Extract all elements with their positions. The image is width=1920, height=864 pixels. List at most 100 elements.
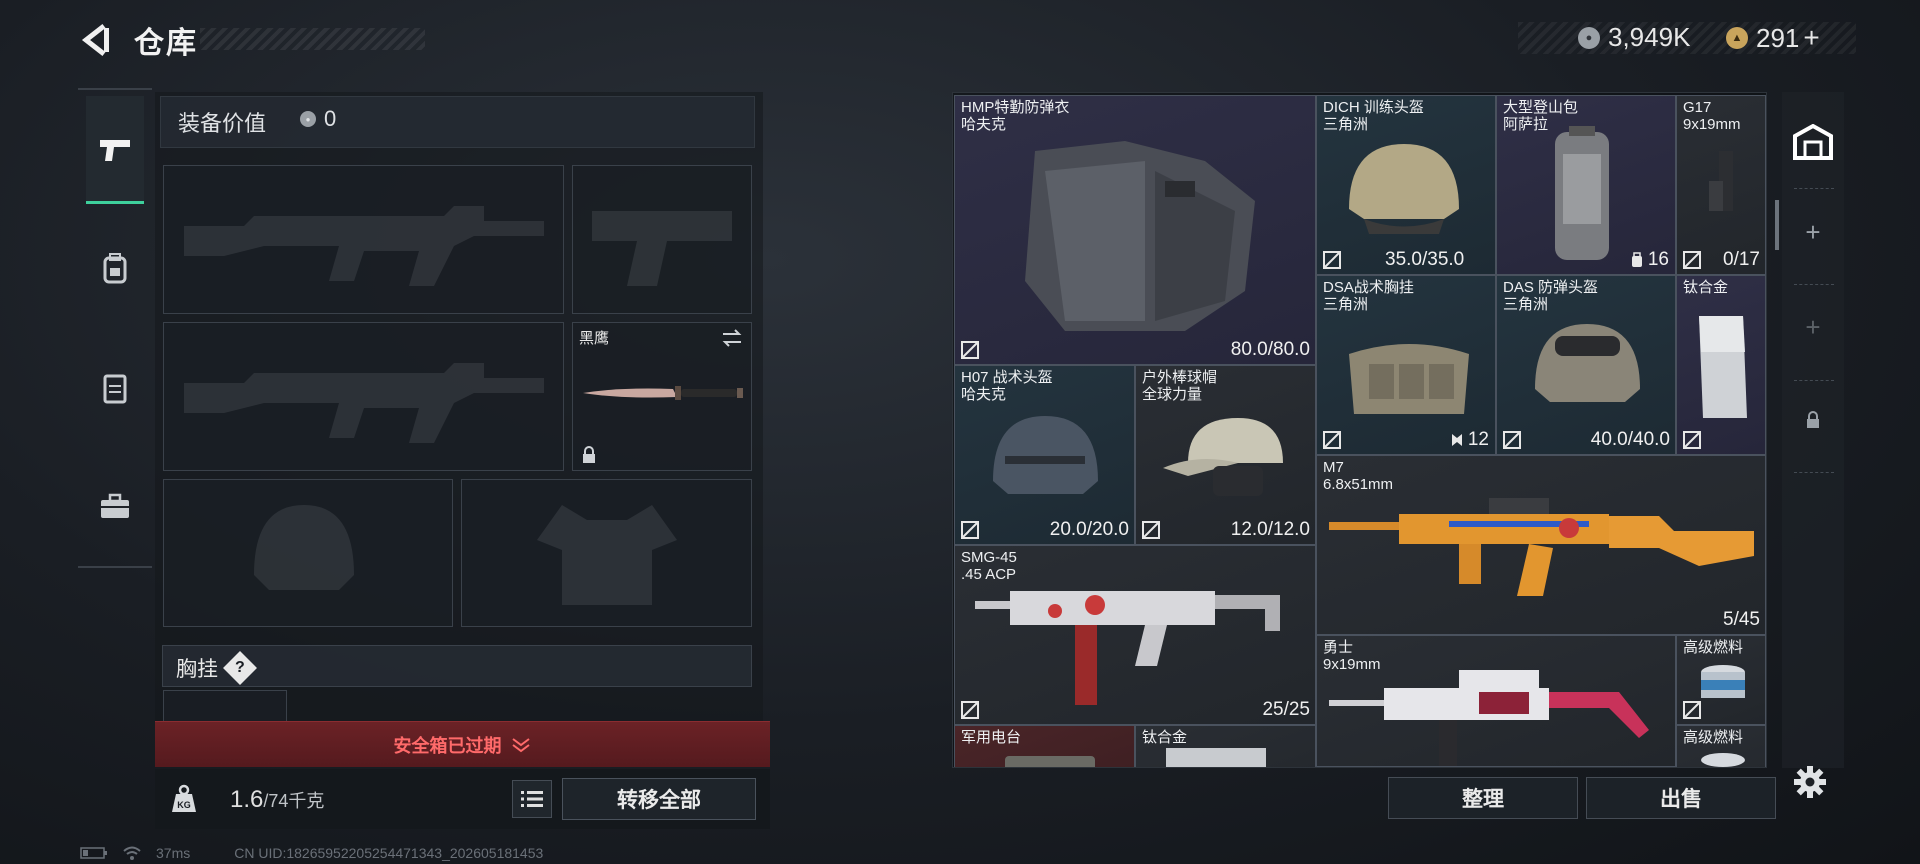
locked-tab[interactable] [1782, 400, 1844, 440]
rifle-silhouette-icon [184, 206, 544, 286]
helmet-image [1535, 324, 1640, 402]
warehouse-tab[interactable] [1782, 112, 1844, 172]
cap-image [1163, 418, 1283, 496]
storage-item-premium-fuel-1[interactable]: 高级燃料 [1676, 635, 1766, 725]
plus-icon: + [1805, 216, 1821, 247]
storage-item-g17[interactable]: G17 9x19mm 0/17 [1676, 95, 1766, 275]
gold-coin-icon: ▲ [1726, 27, 1748, 49]
coin-icon: ● [300, 111, 316, 127]
swap-icon[interactable] [721, 329, 743, 347]
gold-balance[interactable]: ▲ 291 + [1726, 22, 1820, 54]
radio-image [1005, 756, 1095, 767]
no-insure-icon [961, 521, 979, 539]
rail-divider [1794, 284, 1834, 285]
pistol-slot[interactable] [572, 165, 752, 314]
storage-item-military-radio[interactable]: 军用电台 [954, 725, 1135, 767]
battery-icon [80, 847, 107, 859]
carry-weight: 1.6/74千克 [230, 786, 325, 813]
lock-icon [1807, 411, 1819, 428]
weight-icon: KG [165, 780, 203, 818]
add-tab-button-1[interactable]: + [1782, 212, 1844, 252]
storage-item-large-backpack[interactable]: 大型登山包 阿萨拉 16 [1496, 95, 1676, 275]
plus-icon: + [1805, 311, 1821, 342]
storage-item-baseball-cap[interactable]: 户外棒球帽 全球力量 12.0/12.0 [1135, 365, 1316, 545]
rail-divider [1794, 380, 1834, 381]
storage-item-dsa-rig[interactable]: DSA战术胸挂 三角洲 12 [1316, 275, 1496, 455]
category-backpack[interactable] [86, 238, 144, 298]
melee-slot[interactable]: 黑鹰 [572, 322, 752, 471]
knife-image [583, 386, 743, 400]
chest-rig-image [1349, 344, 1469, 414]
backpack-image [1555, 126, 1609, 260]
fuel-can-image [1701, 753, 1745, 767]
no-insure-icon [1683, 431, 1701, 449]
wifi-icon [123, 846, 141, 860]
melee-name: 黑鹰 [579, 330, 610, 347]
storage-item-dich-helmet[interactable]: DICH 训练头盔 三角洲 35.0/35.0 [1316, 95, 1496, 275]
capacity-icon [1631, 252, 1642, 267]
storage-item-titanium[interactable]: 钛合金 [1676, 275, 1766, 455]
page-title: 仓库 [134, 27, 198, 60]
category-weapons[interactable] [86, 96, 144, 204]
warehouse-icon [1793, 124, 1833, 160]
list-icon [521, 791, 543, 807]
safe-box-expired-banner[interactable]: 安全箱已过期 [155, 721, 770, 767]
primary-weapon-slot-2[interactable] [163, 322, 564, 471]
transfer-all-button[interactable]: 转移全部 [562, 778, 756, 820]
svg-text:KG: KG [177, 800, 191, 810]
rifle-image [1329, 498, 1754, 596]
storage-item-premium-fuel-2[interactable]: 高级燃料 [1676, 725, 1766, 767]
primary-weapon-slot-1[interactable] [163, 165, 564, 314]
helmet-image [993, 416, 1098, 494]
capacity-icon [1451, 434, 1462, 446]
pistol-icon [100, 139, 130, 161]
smg-image [1329, 670, 1649, 766]
settings-button[interactable] [1790, 762, 1830, 802]
status-bar: 37ms CN UID:18265952205254471343_2026051… [80, 845, 543, 861]
back-arrow-icon [81, 24, 109, 56]
help-icon[interactable]: ? [223, 651, 257, 685]
storage-item-m7[interactable]: M7 6.8x51mm 5/45 [1316, 455, 1766, 635]
no-insure-icon [961, 701, 979, 719]
smg-image [975, 591, 1280, 705]
fuel-can-image [1701, 665, 1745, 698]
user-uid: CN UID:18265952205254471343_202605181453 [234, 845, 544, 861]
titanium-plate-image [1699, 316, 1747, 418]
armor-slot[interactable] [461, 479, 752, 627]
gear-icon [1794, 766, 1826, 798]
no-insure-icon [1142, 521, 1160, 539]
rail-divider [1794, 188, 1834, 189]
list-view-button[interactable] [512, 780, 552, 818]
pistol-silhouette-icon [592, 211, 732, 286]
no-insure-icon [1503, 431, 1521, 449]
storage-item-titanium-2[interactable]: 钛合金 [1135, 725, 1316, 767]
lock-icon [583, 446, 595, 463]
category-vest[interactable] [86, 358, 144, 418]
storage-scrollbar[interactable] [1775, 200, 1779, 250]
back-button[interactable] [78, 22, 114, 58]
no-insure-icon [961, 341, 979, 359]
add-tab-button-2[interactable]: + [1782, 307, 1844, 347]
storage-item-das-helmet[interactable]: DAS 防弹头盔 三角洲 40.0/40.0 [1496, 275, 1676, 455]
coin-icon: ● [1578, 26, 1600, 49]
sell-button[interactable]: 出售 [1586, 777, 1776, 819]
ping: 37ms [156, 845, 191, 861]
helmet-silhouette-icon [254, 505, 354, 590]
storage-item-warrior[interactable]: 勇士 9x19mm [1316, 635, 1676, 767]
equipment-value: ● 0 [300, 106, 336, 132]
toolbox-icon [101, 493, 129, 518]
armor-silhouette-icon [537, 505, 677, 605]
coin-balance[interactable]: ● 3,949K [1578, 22, 1690, 53]
storage-item-smg45[interactable]: SMG-45.45 ACP 25/25 [954, 545, 1316, 725]
helmet-slot[interactable] [163, 479, 453, 627]
equipment-value-label: 装备价值 [178, 111, 267, 136]
category-rail [78, 88, 152, 568]
storage-grid: HMP特勤防弹衣 哈夫克 80.0/80.0 DICH 训练头盔 三角洲 35.0/… [954, 95, 1766, 767]
storage-item-h07-helmet[interactable]: H07 战术头盔 哈夫克 20.0/20.0 [954, 365, 1135, 545]
vest-icon [103, 374, 127, 404]
category-toolbox[interactable] [86, 476, 144, 536]
storage-item-hmp-vest[interactable]: HMP特勤防弹衣 哈夫克 80.0/80.0 [954, 95, 1316, 365]
no-insure-icon [1683, 251, 1701, 269]
no-insure-icon [1323, 431, 1341, 449]
sort-button[interactable]: 整理 [1388, 777, 1578, 819]
